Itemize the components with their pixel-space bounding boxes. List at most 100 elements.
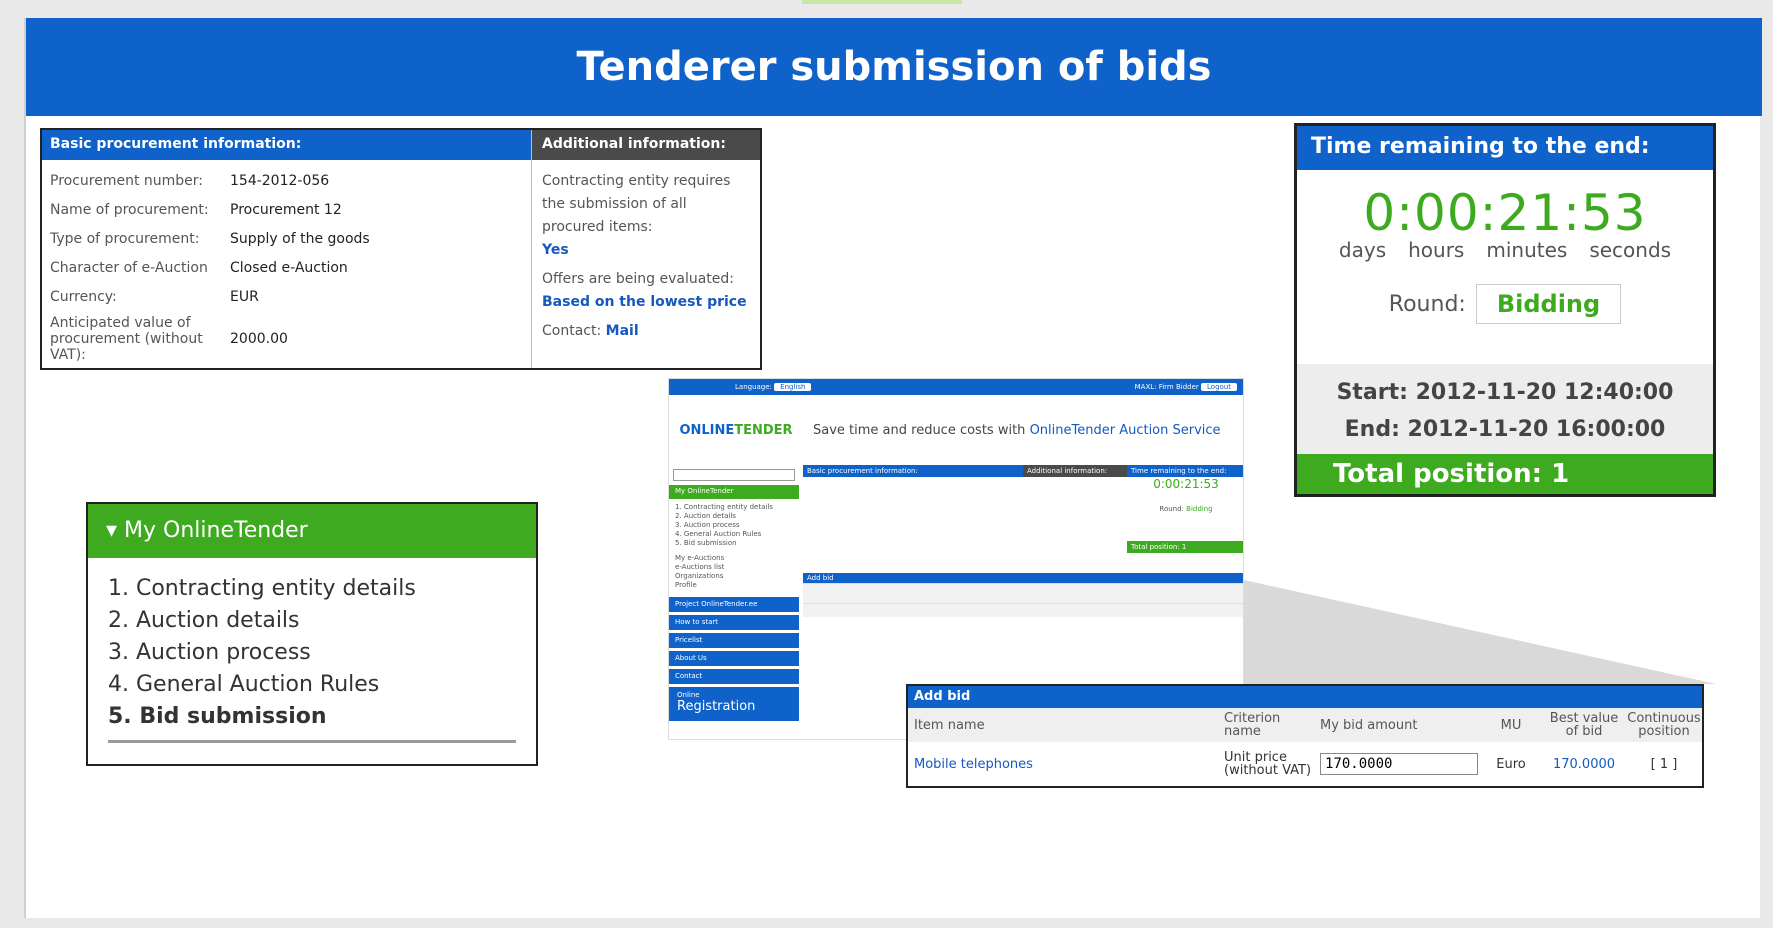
mini-nav-item[interactable]: Contact	[669, 669, 799, 684]
add-bid-header: Add bid	[908, 686, 1702, 708]
menu-item[interactable]: 1. Contracting entity details	[108, 576, 516, 608]
menu-item[interactable]: 3. Auction process	[108, 640, 516, 672]
mini-table-cols	[803, 583, 1243, 603]
info-value: 154-2012-056	[230, 172, 330, 189]
mini-language: Language: English	[735, 383, 812, 391]
menu-header[interactable]: ▾ My OnlineTender	[88, 504, 536, 558]
unit-seconds: seconds	[1589, 238, 1672, 262]
procurement-info-panel: Basic procurement information: Procureme…	[40, 128, 762, 370]
mini-headers: Basic procurement information: Additiona…	[803, 465, 1243, 477]
countdown-clock: 0:00:21:53	[1363, 184, 1647, 242]
mini-table-row	[803, 603, 1243, 617]
unit-days: days	[1338, 238, 1387, 262]
best-value-cell: 170.0000	[1552, 756, 1616, 772]
col-best-value: Best value of bid	[1549, 711, 1619, 739]
mini-addbid-header: Add bid	[803, 573, 1243, 583]
info-label: Character of e-Auction	[50, 259, 208, 276]
info-value: Procurement 12	[230, 201, 342, 218]
item-link[interactable]: Mobile telephones	[914, 757, 1033, 772]
add-bid-columns: Item name Criterion name My bid amount M…	[908, 708, 1702, 742]
basic-info-section: Basic procurement information: Procureme…	[42, 130, 532, 368]
round-status-badge: Bidding	[1475, 284, 1622, 324]
end-date: End: 2012-11-20 16:00:00	[1344, 417, 1666, 442]
contact-row: Contact: Mail	[542, 320, 750, 343]
menu-header-label: My OnlineTender	[124, 518, 308, 543]
additional-info-header: Additional information:	[532, 130, 760, 160]
additional-info-section: Additional information: Contracting enti…	[532, 130, 760, 368]
mini-nav-item[interactable]: How to start	[669, 615, 799, 630]
info-label: Currency:	[50, 288, 117, 305]
tab-marker	[802, 0, 962, 4]
countdown-units: days hours minutes seconds	[1297, 238, 1713, 262]
add-bid-panel: Add bid Item name Criterion name My bid …	[906, 684, 1704, 788]
total-position: Total position: 1	[1297, 454, 1713, 494]
unit-minutes: minutes	[1486, 238, 1568, 262]
my-onlinetender-menu: ▾ My OnlineTender 1. Contracting entity …	[86, 502, 538, 766]
evaluation-text: Offers are being evaluated:	[542, 271, 734, 287]
info-row: Anticipated value of procurement (withou…	[50, 311, 523, 367]
col-position: Continuous position	[1627, 711, 1701, 739]
menu-item[interactable]: 4. General Auction Rules	[108, 672, 516, 704]
mini-user: MAXL: Firm Bidder Logout	[1135, 383, 1237, 391]
mini-registration-button[interactable]: Online Registration	[669, 687, 799, 721]
unit-hours: hours	[1408, 238, 1465, 262]
col-mu: MU	[1500, 717, 1522, 733]
info-value: 2000.00	[230, 331, 288, 347]
time-remaining-header: Time remaining to the end:	[1297, 126, 1713, 170]
col-item-name: Item name	[914, 717, 985, 733]
info-label: Procurement number:	[50, 172, 204, 189]
mini-main: Basic procurement information: Additiona…	[803, 465, 1243, 617]
info-label: Type of procurement:	[50, 230, 200, 247]
col-criterion: Criterion name	[1224, 711, 1281, 739]
mini-logout-button[interactable]: Logout	[1201, 383, 1237, 391]
mini-nav-item[interactable]: Pricelist	[669, 633, 799, 648]
info-label: Anticipated value of procurement (withou…	[50, 315, 203, 363]
info-row: Character of e-Auction Closed e-Auction	[50, 253, 523, 282]
mini-nav-item[interactable]: About Us	[669, 651, 799, 666]
menu-divider	[108, 740, 516, 743]
start-date: Start: 2012-11-20 12:40:00	[1336, 380, 1674, 405]
mini-side-items: 1. Contracting entity details 2. Auction …	[675, 503, 773, 589]
position-cell: [ 1 ]	[1650, 756, 1678, 772]
auction-dates: Start: 2012-11-20 12:40:00 End: 2012-11-…	[1297, 364, 1713, 454]
mini-sidebar: My OnlineTender 1. Contracting entity de…	[669, 465, 799, 739]
additional-info-body: Contracting entity requires the submissi…	[532, 160, 760, 353]
basic-info-table: Procurement number: 154-2012-056 Name of …	[42, 160, 531, 373]
col-bid-amount: My bid amount	[1320, 717, 1418, 733]
info-row: Currency: EUR	[50, 282, 523, 311]
mail-link[interactable]: Mail	[606, 323, 639, 339]
mini-info-area: 0:00:21:53 Round: Bidding Total position…	[803, 477, 1243, 569]
mini-slogan: Save time and reduce costs with OnlineTe…	[813, 422, 1221, 438]
item-name-cell: Mobile telephones	[908, 757, 1224, 772]
info-row: Type of procurement: Supply of the goods	[50, 224, 523, 253]
criterion-cell: Unit price (without VAT)	[1224, 750, 1312, 778]
info-value: Supply of the goods	[230, 230, 370, 247]
mini-nav-item[interactable]: Project OnlineTender.ee	[669, 597, 799, 612]
slide-title: Tenderer submission of bids	[26, 18, 1762, 116]
bid-cell	[1314, 753, 1480, 775]
menu-list: 1. Contracting entity details 2. Auction…	[88, 558, 536, 736]
onlinetender-logo: ONLINETENDER	[679, 422, 793, 438]
info-row: Procurement number: 154-2012-056	[50, 166, 523, 195]
time-remaining-panel: Time remaining to the end: 0:00:21:53 da…	[1294, 123, 1716, 497]
bid-amount-input[interactable]	[1320, 753, 1478, 775]
submission-text: Contracting entity requires the submissi…	[542, 173, 731, 235]
basic-info-header: Basic procurement information:	[42, 130, 531, 160]
mu-cell: Euro	[1496, 756, 1526, 772]
menu-item-active[interactable]: 5. Bid submission	[108, 704, 516, 736]
evaluation-value: Based on the lowest price	[542, 294, 747, 310]
contact-label: Contact:	[542, 323, 602, 339]
mini-banner: ONLINETENDER Save time and reduce costs …	[669, 395, 1243, 465]
mini-my-header[interactable]: My OnlineTender	[669, 485, 799, 499]
menu-item[interactable]: 2. Auction details	[108, 608, 516, 640]
mini-search-input[interactable]	[673, 469, 795, 481]
mini-top-bar: Language: English MAXL: Firm Bidder Logo…	[669, 379, 1243, 395]
round-row: Round: Bidding	[1297, 284, 1713, 324]
info-value: EUR	[230, 288, 259, 305]
info-label: Name of procurement:	[50, 201, 209, 218]
submission-value: Yes	[542, 242, 569, 258]
caret-down-icon: ▾	[106, 518, 118, 543]
info-row: Name of procurement: Procurement 12	[50, 195, 523, 224]
table-row: Mobile telephones Unit price (without VA…	[908, 742, 1702, 786]
round-label: Round:	[1388, 291, 1466, 317]
